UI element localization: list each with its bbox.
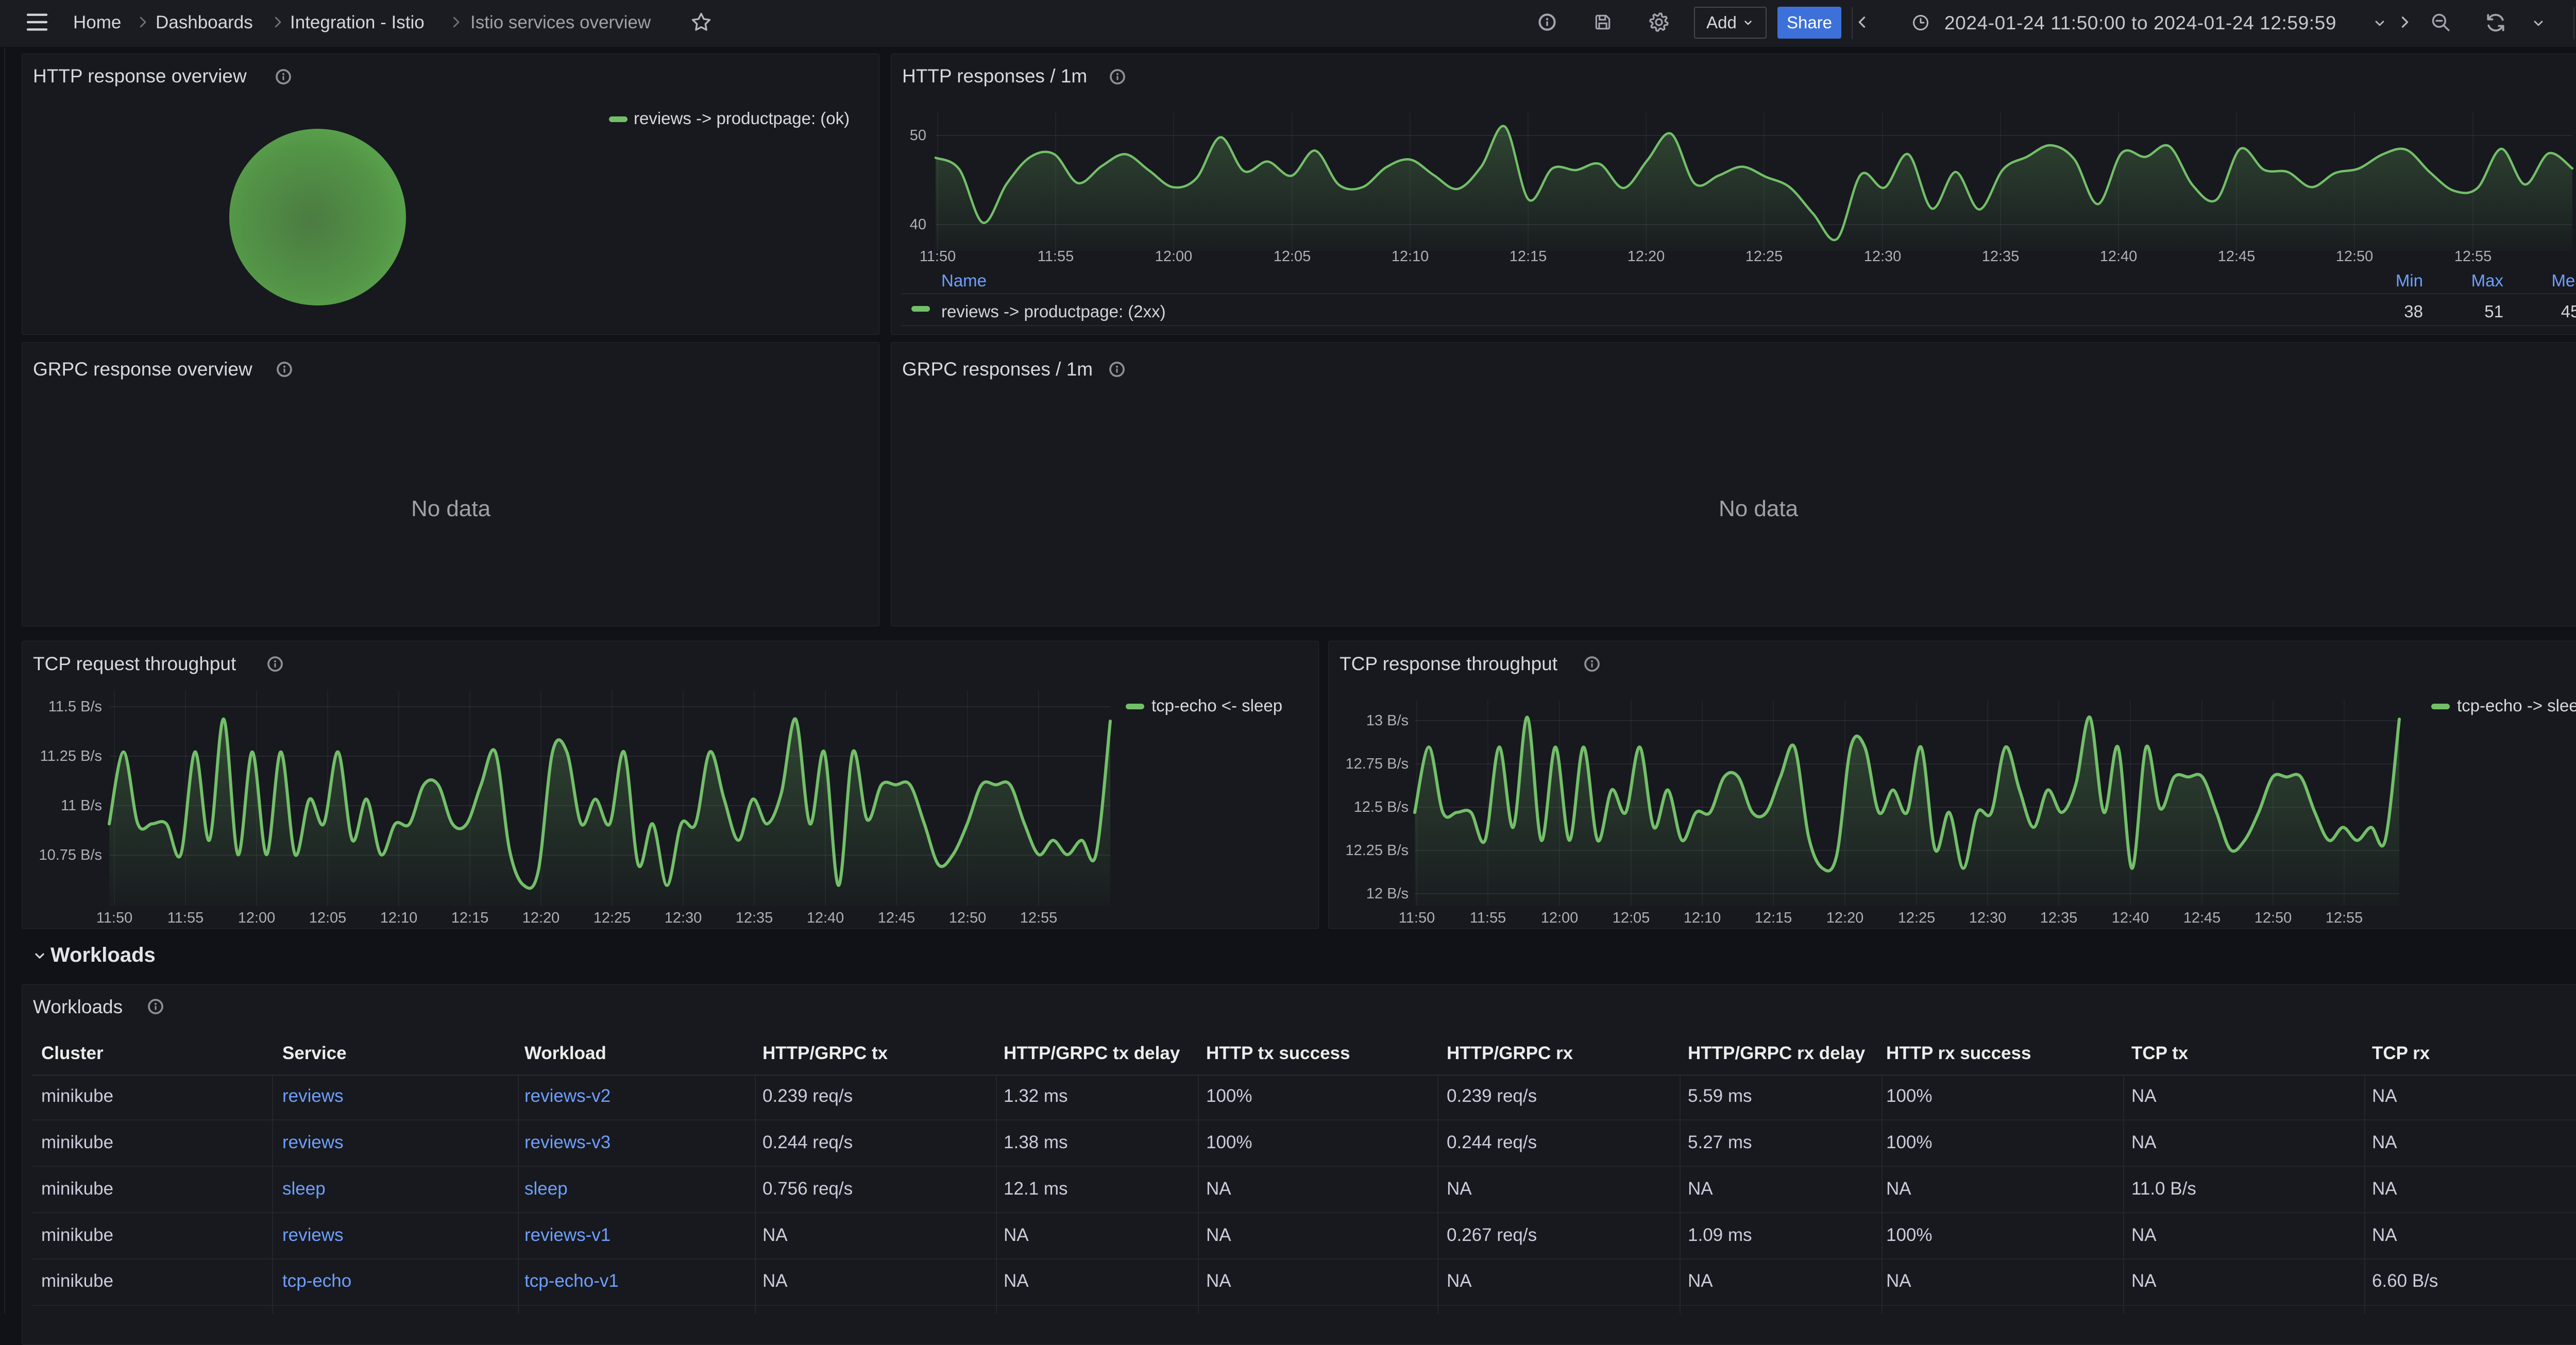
svg-text:12:45: 12:45 bbox=[878, 910, 916, 926]
svg-text:12:20: 12:20 bbox=[1826, 910, 1864, 926]
svg-text:12:10: 12:10 bbox=[380, 910, 418, 926]
svg-text:12:45: 12:45 bbox=[2218, 248, 2256, 265]
svg-text:12:45: 12:45 bbox=[2183, 910, 2221, 926]
svg-text:12:00: 12:00 bbox=[1155, 248, 1193, 265]
svg-text:13 B/s: 13 B/s bbox=[1366, 712, 1409, 729]
svg-text:11:50: 11:50 bbox=[920, 248, 956, 265]
svg-text:12:50: 12:50 bbox=[2255, 910, 2292, 926]
svg-text:12:30: 12:30 bbox=[1969, 910, 2007, 926]
svg-text:11:55: 11:55 bbox=[167, 910, 204, 926]
svg-text:12:30: 12:30 bbox=[1864, 248, 1902, 265]
svg-text:11.25 B/s: 11.25 B/s bbox=[40, 748, 102, 764]
svg-text:12:40: 12:40 bbox=[807, 910, 844, 926]
svg-text:12:20: 12:20 bbox=[522, 910, 560, 926]
svg-text:12:05: 12:05 bbox=[1274, 248, 1311, 265]
svg-text:11 B/s: 11 B/s bbox=[61, 797, 102, 814]
svg-text:12:25: 12:25 bbox=[1898, 910, 1936, 926]
svg-text:12:35: 12:35 bbox=[736, 910, 773, 926]
svg-text:12:15: 12:15 bbox=[1755, 910, 1792, 926]
svg-text:11:50: 11:50 bbox=[1399, 910, 1435, 926]
svg-text:12:20: 12:20 bbox=[1628, 248, 1665, 265]
svg-text:12:35: 12:35 bbox=[1982, 248, 2020, 265]
svg-text:12.5 B/s: 12.5 B/s bbox=[1354, 799, 1409, 815]
svg-text:12:55: 12:55 bbox=[1020, 910, 1058, 926]
svg-text:12:15: 12:15 bbox=[451, 910, 489, 926]
svg-text:12:50: 12:50 bbox=[949, 910, 987, 926]
svg-text:12:15: 12:15 bbox=[1510, 248, 1547, 265]
svg-text:12.75 B/s: 12.75 B/s bbox=[1345, 756, 1409, 772]
svg-text:12:05: 12:05 bbox=[309, 910, 347, 926]
svg-text:12:40: 12:40 bbox=[2100, 248, 2138, 265]
svg-text:11:50: 11:50 bbox=[96, 910, 132, 926]
svg-text:11:55: 11:55 bbox=[1470, 910, 1506, 926]
svg-text:12:25: 12:25 bbox=[594, 910, 631, 926]
svg-text:10.75 B/s: 10.75 B/s bbox=[39, 847, 102, 863]
svg-text:12:05: 12:05 bbox=[1613, 910, 1650, 926]
svg-text:12:25: 12:25 bbox=[1745, 248, 1783, 265]
svg-text:12.25 B/s: 12.25 B/s bbox=[1345, 842, 1409, 859]
svg-text:11:55: 11:55 bbox=[1038, 248, 1074, 265]
svg-text:12 B/s: 12 B/s bbox=[1366, 886, 1409, 902]
svg-text:11.5 B/s: 11.5 B/s bbox=[48, 699, 102, 715]
svg-text:12:40: 12:40 bbox=[2112, 910, 2149, 926]
svg-text:12:00: 12:00 bbox=[238, 910, 276, 926]
svg-text:12:50: 12:50 bbox=[2336, 248, 2374, 265]
svg-text:12:55: 12:55 bbox=[2326, 910, 2363, 926]
svg-text:12:55: 12:55 bbox=[2454, 248, 2492, 265]
svg-text:40: 40 bbox=[910, 216, 926, 233]
svg-text:12:30: 12:30 bbox=[665, 910, 702, 926]
svg-text:12:35: 12:35 bbox=[2040, 910, 2078, 926]
svg-text:12:00: 12:00 bbox=[1541, 910, 1579, 926]
svg-text:50: 50 bbox=[910, 127, 926, 144]
svg-text:12:10: 12:10 bbox=[1684, 910, 1721, 926]
svg-text:12:10: 12:10 bbox=[1392, 248, 1429, 265]
